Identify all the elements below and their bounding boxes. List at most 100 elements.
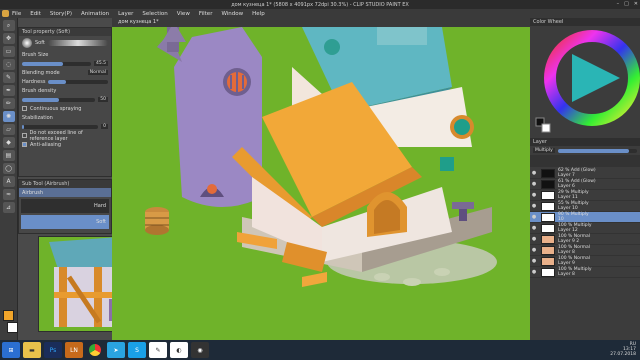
do-not-exceed-checkbox[interactable]: [22, 133, 27, 138]
pen-tool-icon[interactable]: ✒: [2, 85, 15, 96]
menu-view[interactable]: View: [177, 11, 190, 17]
eye-icon[interactable]: ●: [530, 170, 538, 176]
brush-density-value[interactable]: 50: [98, 97, 108, 102]
maximize-button[interactable]: □: [624, 1, 629, 7]
layer-thumb: [541, 223, 555, 233]
anti-aliasing-label: Anti-aliasing: [30, 141, 61, 148]
brush-size-slider[interactable]: [22, 61, 91, 66]
tool-bar: ⌕ ✥ ▭ ◌ ✎ ✒ ✏ ✺ ▱ ◆ ▤ ◯ A ≈ ⊿: [0, 18, 18, 340]
paint-icon[interactable]: ✎: [149, 342, 167, 358]
hardness-slider[interactable]: [48, 79, 108, 84]
taskbar-app-2[interactable]: LN: [65, 342, 83, 358]
blending-mode-select[interactable]: Normal: [87, 70, 108, 75]
menu-story[interactable]: Story(P): [50, 11, 72, 17]
artwork: [112, 27, 530, 340]
fill-tool-icon[interactable]: ◆: [2, 137, 15, 148]
stabilization-slider[interactable]: [22, 124, 99, 129]
stabilization-value[interactable]: 0: [101, 124, 108, 129]
figure-tool-icon[interactable]: ◯: [2, 163, 15, 174]
menu-bar: File Edit Story(P) Animation Layer Selec…: [0, 9, 640, 18]
menu-window[interactable]: Window: [221, 11, 243, 17]
layer-item[interactable]: ● 29 % Multiply Layer 11: [530, 190, 640, 201]
menu-filter[interactable]: Filter: [199, 11, 213, 17]
move-tool-icon[interactable]: ✥: [2, 33, 15, 44]
minimize-button[interactable]: –: [617, 1, 620, 7]
system-tray: RU 13:17 27.07.2018: [610, 342, 636, 357]
window-title: дом кузнеца 1* (5808 x 4091px 72dpi 30.3…: [231, 1, 409, 8]
pencil-tool-icon[interactable]: ✏: [2, 98, 15, 109]
eye-icon[interactable]: ●: [530, 181, 538, 187]
do-not-exceed-label: Do not exceed line of reference layer: [29, 129, 83, 142]
blend-tool-icon[interactable]: ≈: [2, 189, 15, 200]
menu-selection[interactable]: Selection: [142, 11, 167, 17]
eye-icon[interactable]: ●: [530, 214, 538, 220]
layer-item[interactable]: ● 62 % Add (Glow) Layer 7: [530, 168, 640, 179]
telegram-icon[interactable]: ➤: [107, 342, 125, 358]
eyedropper-tool-icon[interactable]: ✎: [2, 72, 15, 83]
sub-tool-hard[interactable]: Hard: [94, 203, 106, 209]
eye-icon[interactable]: ●: [530, 269, 538, 275]
menu-animation[interactable]: Animation: [81, 11, 109, 17]
layer-item[interactable]: ● 100 % Normal Layer 8: [530, 245, 640, 256]
layer-item[interactable]: ● 61 % Add (Glow) Layer 6: [530, 179, 640, 190]
layer-item[interactable]: ● 100 % Normal Layer 9 2: [530, 234, 640, 245]
brush-size-value[interactable]: 45.5: [93, 61, 108, 66]
lasso-tool-icon[interactable]: ◌: [2, 59, 15, 70]
sub-color-swatch[interactable]: [7, 322, 18, 333]
layer-thumb: [541, 245, 555, 255]
tool-property-panel: Tool property (Soft) Soft Brush Size 45.…: [18, 27, 112, 177]
skype-icon[interactable]: S: [128, 342, 146, 358]
main-color-swatch[interactable]: [3, 310, 14, 321]
right-panel: Color Wheel Layer Multiply ● 62 % Add (G…: [530, 18, 640, 340]
layer-item-selected[interactable]: ● 90 % Multiply 10: [530, 212, 640, 223]
layer-blend-select[interactable]: Multiply: [533, 148, 555, 153]
layer-item[interactable]: ● 100 % Multiply Layer 12: [530, 223, 640, 234]
menu-edit[interactable]: Edit: [30, 11, 41, 17]
sub-tool-soft[interactable]: Soft: [96, 219, 106, 225]
eye-icon[interactable]: ●: [530, 236, 538, 242]
text-tool-icon[interactable]: A: [2, 176, 15, 187]
stabilization-label: Stabilization: [22, 114, 53, 121]
ruler-tool-icon[interactable]: ⊿: [2, 202, 15, 213]
start-button[interactable]: ⊞: [2, 342, 20, 358]
menu-file[interactable]: File: [12, 11, 21, 17]
drawing-canvas[interactable]: [112, 27, 530, 340]
menu-layer[interactable]: Layer: [118, 11, 133, 17]
color-wheel-tab[interactable]: Color Wheel: [530, 18, 640, 26]
eye-icon[interactable]: ●: [530, 203, 538, 209]
eye-icon[interactable]: ●: [530, 258, 538, 264]
obs-icon[interactable]: ◉: [191, 342, 209, 358]
menu-help[interactable]: Help: [252, 11, 265, 17]
tool-property-tab[interactable]: Tool property (Soft): [19, 28, 111, 36]
close-button[interactable]: ✕: [634, 1, 638, 7]
eraser-tool-icon[interactable]: ▱: [2, 124, 15, 135]
layer-list: ● 62 % Add (Glow) Layer 7 ● 61 % Add (Glow)…: [530, 168, 640, 278]
gradient-tool-icon[interactable]: ▤: [2, 150, 15, 161]
eye-icon[interactable]: ●: [530, 192, 538, 198]
layer-opacity-slider[interactable]: [557, 148, 637, 153]
layer-item[interactable]: ● 100 % Normal Layer 9: [530, 256, 640, 267]
document-tab[interactable]: дом кузнеца 1*: [112, 18, 530, 27]
layer-item[interactable]: ● 55 % Multiply Layer 10: [530, 201, 640, 212]
layer-thumb: [541, 201, 555, 211]
layer-item[interactable]: ● 100 % Multiply Layer 8: [530, 267, 640, 278]
clip-studio-icon[interactable]: ◐: [170, 342, 188, 358]
explorer-icon[interactable]: ▬: [23, 342, 41, 358]
continuous-spraying-checkbox[interactable]: [22, 106, 27, 111]
brush-density-slider[interactable]: [22, 97, 96, 102]
selection-tool-icon[interactable]: ▭: [2, 46, 15, 57]
sub-tool-group[interactable]: Airbrush: [22, 190, 43, 196]
zoom-tool-icon[interactable]: ⌕: [2, 20, 15, 31]
eye-icon[interactable]: ●: [530, 247, 538, 253]
layer-thumb: [541, 256, 555, 266]
eye-icon[interactable]: ●: [530, 225, 538, 231]
sub-tool-tab[interactable]: Sub Tool (Airbrush): [19, 180, 111, 188]
chrome-icon[interactable]: [86, 342, 104, 358]
color-wheel[interactable]: [530, 26, 640, 134]
clock-date[interactable]: 27.07.2018: [610, 352, 636, 357]
anti-aliasing-checkbox[interactable]: [22, 142, 27, 147]
airbrush-tool-icon[interactable]: ✺: [2, 111, 15, 122]
layer-tab[interactable]: Layer: [530, 138, 640, 146]
layer-thumb: [541, 168, 555, 178]
taskbar-app-1[interactable]: Ps: [44, 342, 62, 358]
